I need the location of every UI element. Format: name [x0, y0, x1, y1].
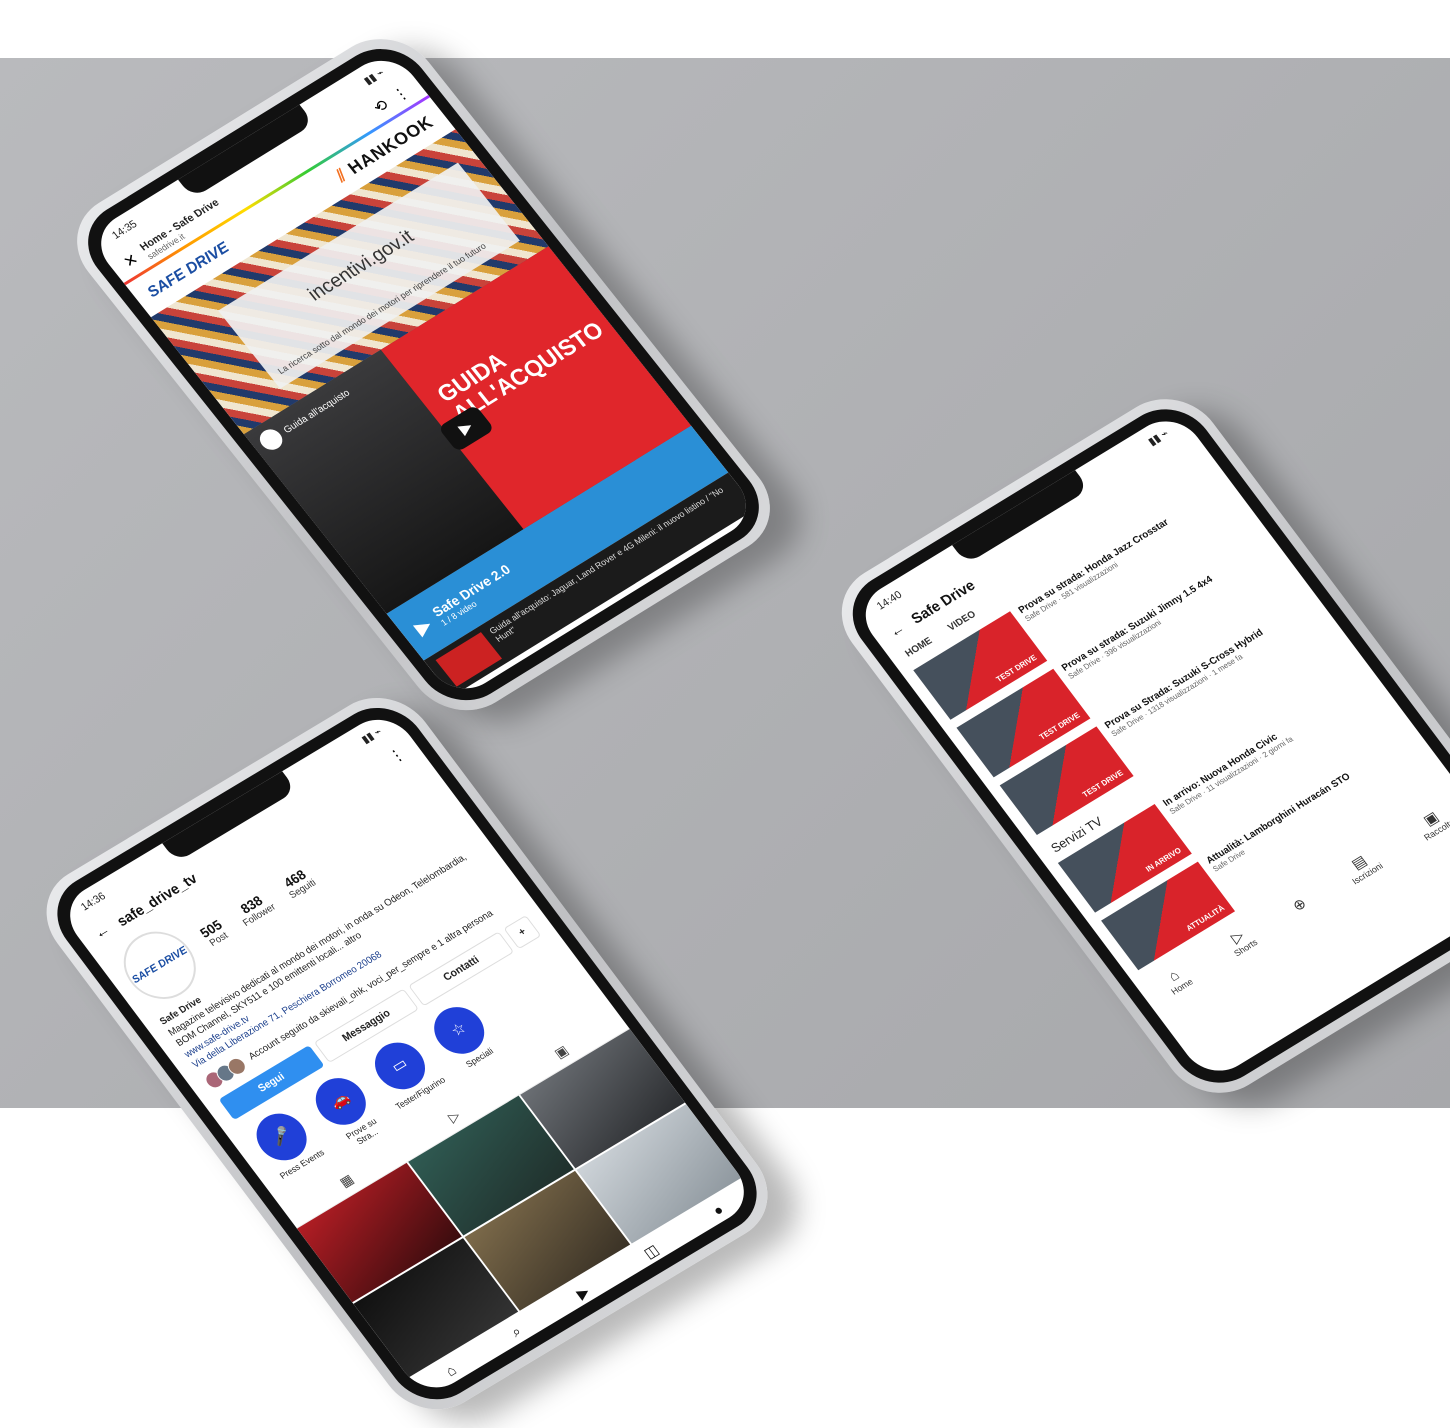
- tagged-icon[interactable]: ▣: [551, 1042, 572, 1062]
- status-time: 14:36: [78, 890, 109, 914]
- back-arrow-icon[interactable]: ←: [886, 620, 909, 641]
- battery-icon: ▮▮ ⌁: [361, 66, 387, 87]
- add-user-button[interactable]: +: [503, 914, 542, 949]
- playlist-play-icon[interactable]: ▶: [409, 613, 437, 640]
- nav-library[interactable]: ▣ Raccolta: [1411, 803, 1450, 843]
- back-arrow-icon[interactable]: ←: [91, 921, 115, 943]
- home-icon[interactable]: ⌂: [442, 1362, 459, 1380]
- profile-avatar-icon[interactable]: ●: [710, 1202, 727, 1220]
- nav-subscriptions[interactable]: ▤ Iscrizioni: [1339, 846, 1384, 886]
- menu-dots-icon[interactable]: ⋮: [388, 82, 414, 106]
- search-icon[interactable]: ⌕: [508, 1323, 525, 1341]
- stat-posts[interactable]: 505 Post: [197, 916, 232, 949]
- battery-icon: ▮▮ ⌁: [359, 725, 384, 746]
- plus-circle-icon: ⊕: [1289, 895, 1310, 915]
- video-title: GUIDA ALL'ACQUISTO: [432, 317, 610, 428]
- grid-icon[interactable]: ▦: [336, 1170, 357, 1190]
- nav-create[interactable]: ⊕: [1289, 894, 1310, 915]
- shop-icon[interactable]: ◫: [640, 1241, 663, 1261]
- nav-home[interactable]: ⌂ Home: [1159, 963, 1195, 996]
- menu-dots-icon[interactable]: ⋮: [385, 744, 410, 768]
- reels-icon[interactable]: ▷: [444, 1107, 463, 1126]
- channel-avatar: [255, 425, 287, 454]
- battery-icon: ▮▮ ⌁: [1145, 427, 1171, 448]
- nav-shorts[interactable]: ▷ Shorts: [1221, 923, 1260, 958]
- stat-following[interactable]: 468 Seguiti: [277, 864, 318, 901]
- close-icon[interactable]: ✕: [120, 250, 143, 272]
- stat-followers[interactable]: 838 Follower: [231, 889, 278, 928]
- status-time: 14:35: [109, 218, 140, 242]
- avatar-logo: SAFE DRIVE: [129, 944, 190, 986]
- status-time: 14:40: [874, 589, 905, 613]
- history-icon[interactable]: ⟲: [369, 95, 392, 117]
- reels-icon[interactable]: ▶: [573, 1282, 592, 1302]
